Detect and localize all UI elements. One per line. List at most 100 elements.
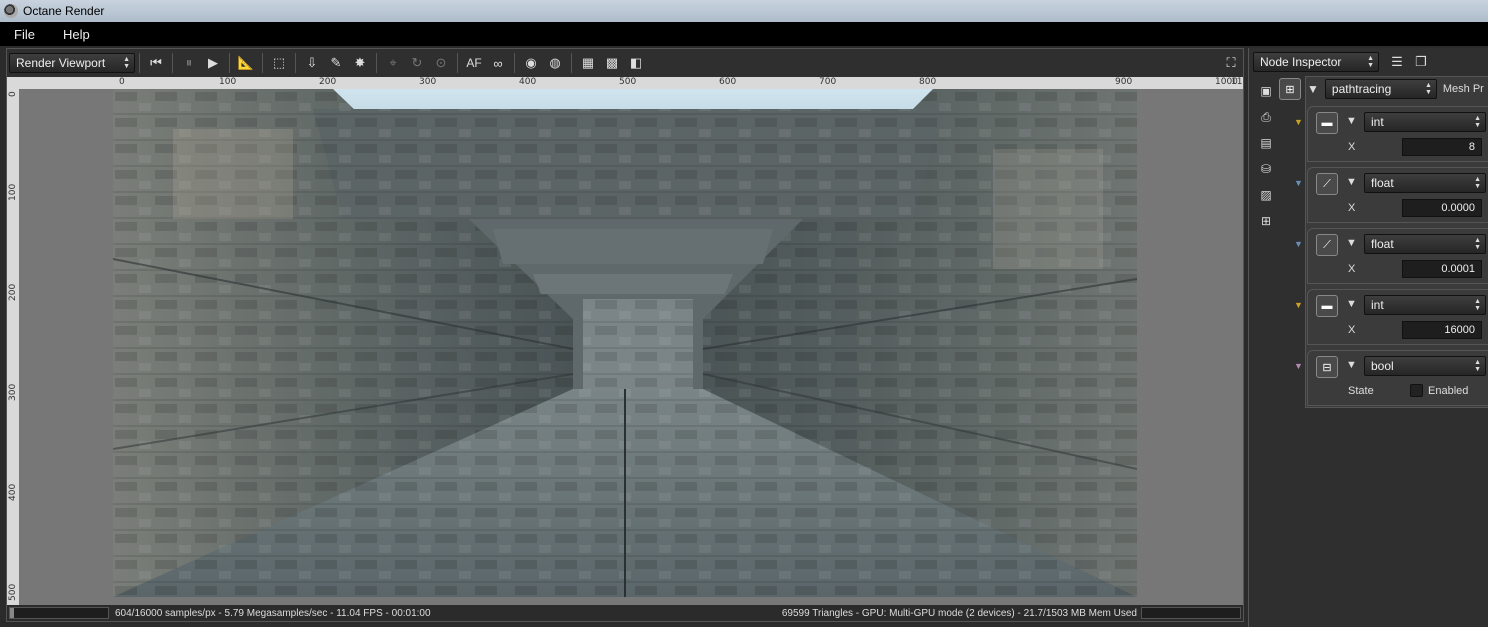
scene-stats: 69599 Triangles - GPU: Multi-GPU mode (2… — [781, 607, 1137, 619]
param-label: State — [1348, 385, 1374, 397]
title-bar: Octane Render — [0, 0, 1488, 22]
separator — [376, 53, 377, 73]
memory-bar — [1141, 607, 1241, 619]
separator — [172, 53, 173, 73]
param-type-value: int — [1371, 115, 1384, 129]
ruler-left: 0 100 200 300 400 500 — [7, 89, 19, 605]
param-type-value: float — [1371, 237, 1394, 251]
light-icon[interactable]: ✸ — [348, 52, 372, 74]
bool-node-icon[interactable]: ⊟ — [1316, 356, 1338, 378]
render-progress-fill — [10, 608, 14, 618]
param-label: X — [1348, 202, 1356, 214]
render-scene — [113, 89, 1137, 597]
updown-arrows-icon: ▲ ▼ — [1474, 176, 1481, 190]
pin-icon: ▼ — [1294, 178, 1303, 188]
picture-icon[interactable]: ▨ — [1257, 186, 1275, 204]
ruler-tick: 200 — [319, 77, 337, 87]
param-type-select[interactable]: int ▲ ▼ — [1364, 112, 1486, 132]
ruler-tick: 400 — [8, 483, 18, 501]
kernel-icon[interactable]: ⊞ — [1257, 212, 1275, 230]
menu-help[interactable]: Help — [49, 27, 104, 42]
separator — [571, 53, 572, 73]
sphere-icon[interactable]: ◉ — [519, 52, 543, 74]
param-value-field[interactable]: 8 — [1402, 138, 1482, 156]
checkbox-label: Enabled — [1428, 385, 1469, 397]
int-node-icon[interactable]: ▤ — [1257, 134, 1275, 152]
updown-arrows-icon: ▲ ▼ — [1474, 115, 1481, 129]
separator — [262, 53, 263, 73]
grid-icon[interactable]: ▦ — [576, 52, 600, 74]
expand-all-icon[interactable]: ❐ — [1409, 51, 1433, 73]
kernel-node-icon[interactable]: ⊞ — [1279, 78, 1301, 100]
ruler-tick: 900 — [1115, 77, 1133, 87]
param-label: X — [1348, 263, 1356, 275]
param-type-select[interactable]: float ▲ ▼ — [1364, 234, 1486, 254]
collapse-triangle-icon[interactable]: ▼ — [1307, 82, 1319, 96]
updown-arrows-icon: ▲ ▼ — [1474, 298, 1481, 312]
param-type-select[interactable]: float ▲ ▼ — [1364, 173, 1486, 193]
ruler-tick: 700 — [819, 77, 837, 87]
viewport-select[interactable]: Render Viewport ▲ ▼ — [9, 53, 135, 73]
float-node-icon[interactable]: ⟋ — [1316, 173, 1338, 195]
fullscreen-icon[interactable]: ⛶ — [1219, 52, 1243, 74]
param-type-select[interactable]: bool ▲ ▼ — [1364, 356, 1486, 376]
collapse-triangle-icon[interactable]: ▼ — [1346, 176, 1357, 188]
float-node-icon[interactable]: ⟋ — [1316, 234, 1338, 256]
ruler-tick: 200 — [8, 283, 18, 301]
play-button[interactable]: ▶ — [201, 52, 225, 74]
int-node-icon[interactable]: ▬ — [1316, 112, 1338, 134]
ruler-tick: 300 — [419, 77, 437, 87]
restart-render-button[interactable]: ⏮ — [144, 52, 168, 74]
focus-picker-icon[interactable]: ⊙ — [429, 52, 453, 74]
param-value-field[interactable]: 16000 — [1402, 321, 1482, 339]
param-node: ▼ ▬ ▼ int ▲ ▼ X 8 — [1294, 106, 1488, 162]
database-icon[interactable]: ⛁ — [1257, 160, 1275, 178]
region-render-icon[interactable]: ⬚ — [267, 52, 291, 74]
menu-file[interactable]: File — [0, 27, 49, 42]
render-canvas[interactable] — [19, 89, 1243, 605]
af-button[interactable]: AF — [462, 52, 486, 74]
render-stats: 604/16000 samples/px - 5.79 Megasamples/… — [115, 607, 431, 619]
collapse-triangle-icon[interactable]: ▼ — [1346, 237, 1357, 249]
auto-focus-icon[interactable]: ⌖ — [381, 52, 405, 74]
camera-icon[interactable]: ⎙ — [1257, 108, 1275, 126]
pick-material-icon[interactable]: ✎ — [324, 52, 348, 74]
param-value-field[interactable]: 0.0000 — [1402, 199, 1482, 217]
checker-icon[interactable]: ▩ — [600, 52, 624, 74]
updown-arrows-icon: ▲ ▼ — [1474, 237, 1481, 251]
param-label: X — [1348, 141, 1356, 153]
int-node-icon[interactable]: ▬ — [1316, 295, 1338, 317]
rotate-icon[interactable]: ↻ — [405, 52, 429, 74]
param-type-select[interactable]: int ▲ ▼ — [1364, 295, 1486, 315]
sphere-alt-icon[interactable]: ◍ — [543, 52, 567, 74]
ruler-icon[interactable]: 📐 — [234, 52, 258, 74]
kernel-select[interactable]: pathtracing ▲ ▼ — [1324, 79, 1437, 99]
pick-focus-icon[interactable]: ⇩ — [300, 52, 324, 74]
viewport-toolbar: Render Viewport ▲ ▼ ⏮ ⏸ ▶ 📐 ⬚ ⇩ ✎ ✸ ⌖ ↻ ⊙… — [7, 49, 1243, 77]
enabled-checkbox[interactable] — [1410, 384, 1423, 397]
pin-icon: ▼ — [1294, 300, 1303, 310]
param-value-field[interactable]: 0.0001 — [1402, 260, 1482, 278]
pause-button[interactable]: ⏸ — [177, 52, 201, 74]
ruler-tick: 100 — [8, 183, 18, 201]
inspector-select[interactable]: Node Inspector ▲ ▼ — [1253, 52, 1379, 72]
ruler-tick: 0 — [119, 77, 125, 87]
alpha-icon[interactable]: ◧ — [624, 52, 648, 74]
ruler-tick: 500 — [619, 77, 637, 87]
collapse-triangle-icon[interactable]: ▼ — [1346, 115, 1357, 127]
separator — [229, 53, 230, 73]
inspector-toolbar: Node Inspector ▲ ▼ ☰ ❐ — [1249, 48, 1488, 76]
separator — [457, 53, 458, 73]
collapse-all-icon[interactable]: ☰ — [1385, 51, 1409, 73]
rendered-image[interactable] — [113, 89, 1137, 597]
param-type-value: bool — [1371, 359, 1394, 373]
updown-arrows-icon: ▲ ▼ — [1474, 359, 1481, 373]
param-type-value: int — [1371, 298, 1384, 312]
image-icon[interactable]: ▣ — [1257, 82, 1275, 100]
ruler-tick: 600 — [719, 77, 737, 87]
updown-arrows-icon: ▲ ▼ — [123, 56, 130, 70]
param-node: ▼ ⊟ ▼ bool ▲ ▼ State Enabled — [1294, 350, 1488, 406]
collapse-triangle-icon[interactable]: ▼ — [1346, 359, 1357, 371]
stereo-glasses-icon[interactable]: ∞ — [486, 52, 510, 74]
collapse-triangle-icon[interactable]: ▼ — [1346, 298, 1357, 310]
